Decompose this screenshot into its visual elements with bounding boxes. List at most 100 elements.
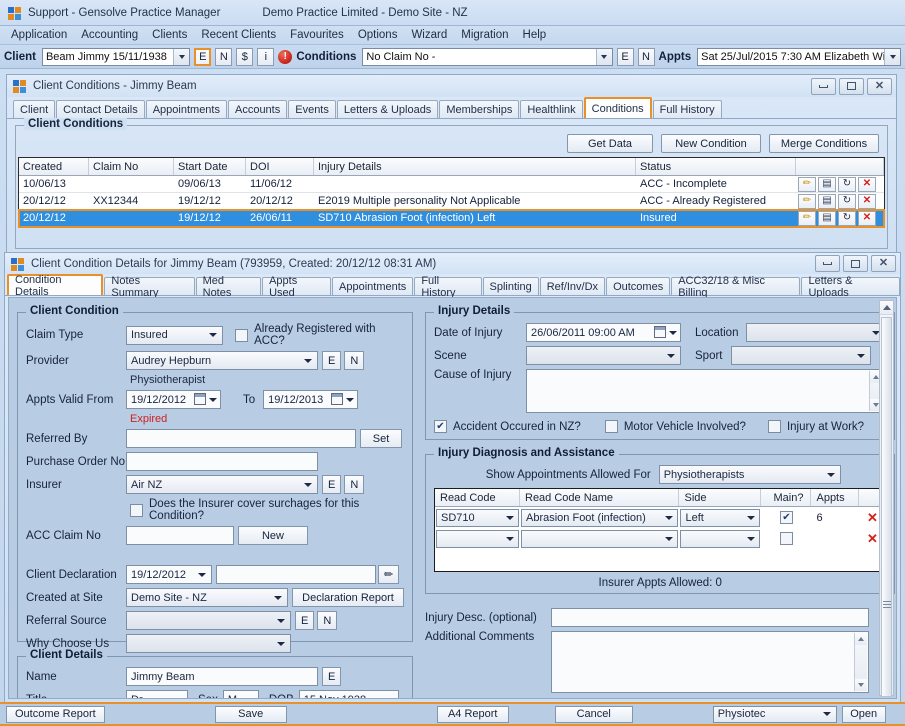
table-row[interactable]: 10/06/13 09/06/13 11/06/12 ACC - Incompl… — [19, 176, 884, 193]
tab-splinting[interactable]: Splinting — [482, 277, 539, 295]
scene-select[interactable] — [526, 346, 681, 365]
read-code-name-select[interactable] — [521, 529, 679, 548]
tab-client[interactable]: Client — [13, 100, 56, 118]
client-title-input[interactable]: Dr — [126, 690, 188, 698]
why-choose-us-select[interactable] — [126, 634, 291, 653]
read-code-select[interactable] — [436, 529, 519, 548]
tab-condition-details[interactable]: Condition Details — [7, 274, 104, 298]
form-scrollbar[interactable] — [879, 300, 894, 697]
delete-x-icon[interactable]: ✕ — [867, 532, 878, 545]
tab-memberships[interactable]: Memberships — [439, 100, 520, 118]
alert-exclamation-icon[interactable]: ! — [278, 49, 293, 64]
client-name-input[interactable]: Jimmy Beam — [126, 667, 318, 686]
acc-claim-no-input[interactable] — [126, 526, 234, 545]
save-button[interactable]: Save — [214, 705, 287, 723]
tab-appointments[interactable]: Appointments — [145, 100, 227, 118]
minimize-icon[interactable] — [811, 77, 836, 95]
insurer-edit-button[interactable]: E — [322, 475, 342, 494]
scroll-up-icon[interactable] — [855, 633, 867, 645]
condition-new-button[interactable]: N — [637, 47, 655, 66]
menu-item-application[interactable]: Application — [4, 28, 74, 42]
client-name-edit-button[interactable]: E — [322, 667, 342, 686]
close-icon[interactable]: ✕ — [867, 77, 892, 95]
provider-new-button[interactable]: N — [344, 351, 365, 370]
close-icon[interactable]: ✕ — [871, 255, 896, 272]
declaration-report-button[interactable]: Declaration Report — [292, 588, 404, 607]
created-at-site-select[interactable]: Demo Site - NZ — [126, 588, 288, 607]
minimize-icon[interactable] — [815, 255, 840, 272]
injury-desc-input[interactable] — [551, 608, 869, 627]
tab-full-history[interactable]: Full History — [414, 275, 482, 299]
edit-pencil-icon[interactable]: ✏ — [378, 565, 400, 584]
set-button[interactable]: Set — [360, 429, 402, 448]
tab-contact-details[interactable]: Contact Details — [56, 100, 145, 118]
menu-item-accounting[interactable]: Accounting — [74, 28, 145, 42]
refresh-icon[interactable]: ↻ — [838, 193, 856, 209]
tab-healthlink[interactable]: Healthlink — [520, 100, 583, 118]
table-row[interactable]: 20/12/12 XX12344 19/12/12 20/12/12 E2019… — [19, 193, 884, 210]
main-checkbox[interactable] — [779, 532, 793, 545]
side-select[interactable] — [680, 529, 761, 548]
diagnosis-row[interactable]: ✕ — [435, 528, 885, 549]
outcome-report-button[interactable]: Outcome Report — [6, 705, 105, 723]
menu-item-favourites[interactable]: Favourites — [283, 28, 351, 42]
menu-item-help[interactable]: Help — [516, 28, 554, 42]
client-select[interactable]: Beam Jimmy 15/11/1938 — [41, 47, 191, 66]
referred-by-input[interactable] — [126, 429, 356, 448]
client-edit-button[interactable]: E — [194, 47, 212, 66]
a4-report-button[interactable]: A4 Report — [436, 705, 509, 723]
referral-edit-button[interactable]: E — [295, 611, 315, 630]
diagnosis-row[interactable]: SD710 Abrasion Foot (infection) Left ✔ 6… — [435, 507, 885, 528]
delete-x-icon[interactable]: ✕ — [858, 210, 876, 226]
purchase-order-input[interactable] — [126, 452, 318, 471]
claim-type-select[interactable]: Insured — [126, 325, 224, 345]
calendar-icon[interactable] — [331, 393, 344, 405]
calendar-icon[interactable] — [194, 393, 206, 405]
tab-outcomes[interactable]: Outcomes — [606, 277, 671, 295]
client-info-button[interactable]: i — [257, 47, 275, 66]
injury-at-work-checkbox[interactable] — [767, 420, 781, 433]
accident-nz-checkbox[interactable]: ✔ — [434, 420, 447, 433]
scroll-up-icon[interactable] — [880, 301, 893, 315]
table-row-selected[interactable]: 20/12/12 19/12/12 26/06/11 SD710 Abrasio… — [18, 209, 885, 228]
get-data-button[interactable]: Get Data — [567, 134, 653, 153]
surcharges-checkbox[interactable] — [130, 503, 143, 517]
side-select[interactable]: Left — [680, 508, 761, 527]
appts-valid-to-date[interactable]: 19/12/2013 — [263, 390, 359, 409]
read-code-name-select[interactable]: Abrasion Foot (infection) — [521, 508, 679, 527]
location-select[interactable] — [746, 323, 887, 342]
sport-select[interactable] — [730, 346, 871, 365]
tab-acc32-misc-billing[interactable]: ACC32/18 & Misc Billing — [671, 275, 801, 299]
appointments-select[interactable]: Sat 25/Jul/2015 7:30 AM Elizabeth Winds — [697, 47, 901, 66]
dob-input[interactable]: 15 Nov 1938 — [298, 690, 399, 698]
additional-comments-textarea[interactable] — [551, 631, 869, 693]
tab-full-history[interactable]: Full History — [652, 100, 722, 118]
tab-events[interactable]: Events — [288, 100, 336, 118]
tab-letters-uploads[interactable]: Letters & Uploads — [801, 275, 900, 299]
insurer-new-button[interactable]: N — [344, 475, 365, 494]
calendar-icon[interactable] — [654, 326, 666, 338]
tab-conditions[interactable]: Conditions — [583, 97, 652, 118]
physiotec-select[interactable]: Physiotec — [712, 705, 837, 723]
menu-item-migration[interactable]: Migration — [454, 28, 515, 42]
client-new-button[interactable]: N — [215, 47, 233, 66]
conditions-select[interactable]: No Claim No - — [362, 47, 613, 66]
cause-of-injury-textarea[interactable] — [526, 369, 884, 413]
menu-item-clients[interactable]: Clients — [145, 28, 194, 42]
refresh-icon[interactable]: ↻ — [838, 210, 856, 226]
scrollbar-thumb[interactable] — [881, 317, 892, 697]
edit-pencil-icon[interactable]: ✏ — [798, 176, 816, 192]
scroll-down-icon[interactable] — [855, 679, 867, 691]
tab-notes-summary[interactable]: Notes Summary — [104, 275, 195, 299]
menu-item-recent-clients[interactable]: Recent Clients — [194, 28, 283, 42]
date-of-injury-input[interactable]: 26/06/2011 09:00 AM — [526, 323, 681, 342]
delete-x-icon[interactable]: ✕ — [858, 176, 876, 192]
refresh-icon[interactable]: ↻ — [838, 176, 856, 192]
merge-conditions-button[interactable]: Merge Conditions — [769, 134, 879, 153]
restore-icon[interactable] — [843, 255, 868, 272]
tab-letters-uploads[interactable]: Letters & Uploads — [336, 100, 439, 118]
cancel-button[interactable]: Cancel — [554, 705, 633, 723]
chevron-down-icon[interactable] — [595, 48, 612, 65]
chevron-down-icon[interactable] — [173, 48, 190, 65]
referral-source-select[interactable] — [126, 611, 291, 630]
